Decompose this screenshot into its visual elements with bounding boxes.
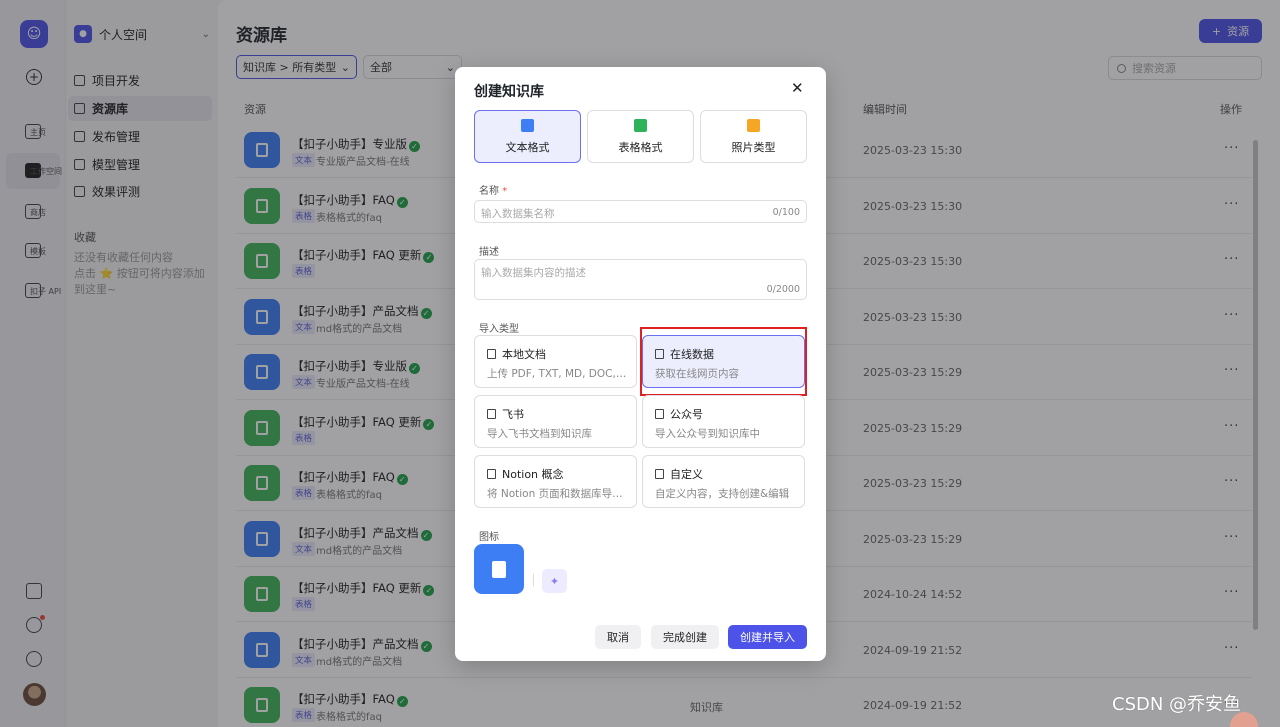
- ai-generate-icon[interactable]: ✦: [542, 569, 567, 593]
- modal-title: 创建知识库: [474, 84, 544, 100]
- divider: [533, 574, 534, 586]
- import-desc: 自定义内容，支持创建&编辑: [655, 488, 790, 500]
- watermark-text: CSDN @乔安鱼: [1112, 694, 1242, 715]
- knowledge-icon-preview[interactable]: [474, 544, 524, 594]
- desc-placeholder: 输入数据集内容的描述: [481, 267, 586, 279]
- highlight-box: [640, 327, 807, 396]
- custom-icon: [655, 469, 664, 479]
- name-label-text: 名称: [479, 186, 499, 197]
- create-and-import-button[interactable]: 创建并导入: [728, 625, 807, 649]
- import-custom[interactable]: 自定义 自定义内容，支持创建&编辑: [642, 455, 805, 508]
- name-label: 名称 *: [479, 182, 507, 197]
- icon-label: 图标: [479, 532, 499, 543]
- name-counter: 0/100: [772, 207, 800, 218]
- table-format-icon: [634, 118, 647, 132]
- import-title: 自定义: [670, 468, 703, 481]
- notion-icon: [487, 469, 496, 479]
- format-label: 文本格式: [505, 140, 550, 154]
- name-placeholder: 输入数据集名称: [481, 208, 555, 220]
- import-title: 公众号: [670, 408, 703, 421]
- import-title: 飞书: [502, 408, 524, 421]
- import-local-doc[interactable]: 本地文档 上传 PDF, TXT, MD, DOC, DOCX 格式的本地文件: [474, 335, 637, 388]
- desc-textarea[interactable]: 输入数据集内容的描述 0/2000: [474, 259, 807, 300]
- import-notion[interactable]: Notion 概念 将 Notion 页面和数据库导入到知识库中: [474, 455, 637, 508]
- format-label: 照片类型: [731, 140, 776, 154]
- cancel-button[interactable]: 取消: [595, 625, 641, 649]
- format-image-card[interactable]: 照片类型: [700, 110, 807, 163]
- import-wechat[interactable]: 公众号 导入公众号到知识库中: [642, 395, 805, 448]
- import-desc: 上传 PDF, TXT, MD, DOC, DOCX 格式的本地文件: [487, 368, 629, 380]
- import-desc: 导入飞书文档到知识库: [487, 428, 592, 440]
- import-title: Notion 概念: [502, 468, 564, 481]
- text-format-icon: [521, 118, 534, 132]
- local-doc-icon: [487, 349, 496, 359]
- finish-create-button[interactable]: 完成创建: [651, 625, 719, 649]
- import-desc: 导入公众号到知识库中: [655, 428, 760, 440]
- image-format-icon: [747, 118, 760, 132]
- import-title: 本地文档: [502, 348, 546, 361]
- name-input[interactable]: 输入数据集名称 0/100: [474, 200, 807, 223]
- close-icon[interactable]: ✕: [791, 79, 804, 97]
- create-knowledge-modal: 创建知识库 ✕ 文本格式 表格格式 照片类型 名称 * 输入数据集名称 0/10…: [455, 67, 826, 661]
- format-table-card[interactable]: 表格格式: [587, 110, 694, 163]
- import-feishu[interactable]: 飞书 导入飞书文档到知识库: [474, 395, 637, 448]
- desc-counter: 0/2000: [766, 284, 800, 295]
- document-icon: [492, 560, 506, 578]
- wechat-icon: [655, 409, 664, 419]
- format-text-card[interactable]: 文本格式: [474, 110, 581, 163]
- required-mark: *: [502, 186, 508, 197]
- feishu-icon: [487, 409, 496, 419]
- desc-label: 描述: [479, 247, 499, 258]
- format-label: 表格格式: [618, 140, 663, 154]
- import-type-label: 导入类型: [479, 324, 519, 335]
- import-desc: 将 Notion 页面和数据库导入到知识库中: [487, 488, 629, 500]
